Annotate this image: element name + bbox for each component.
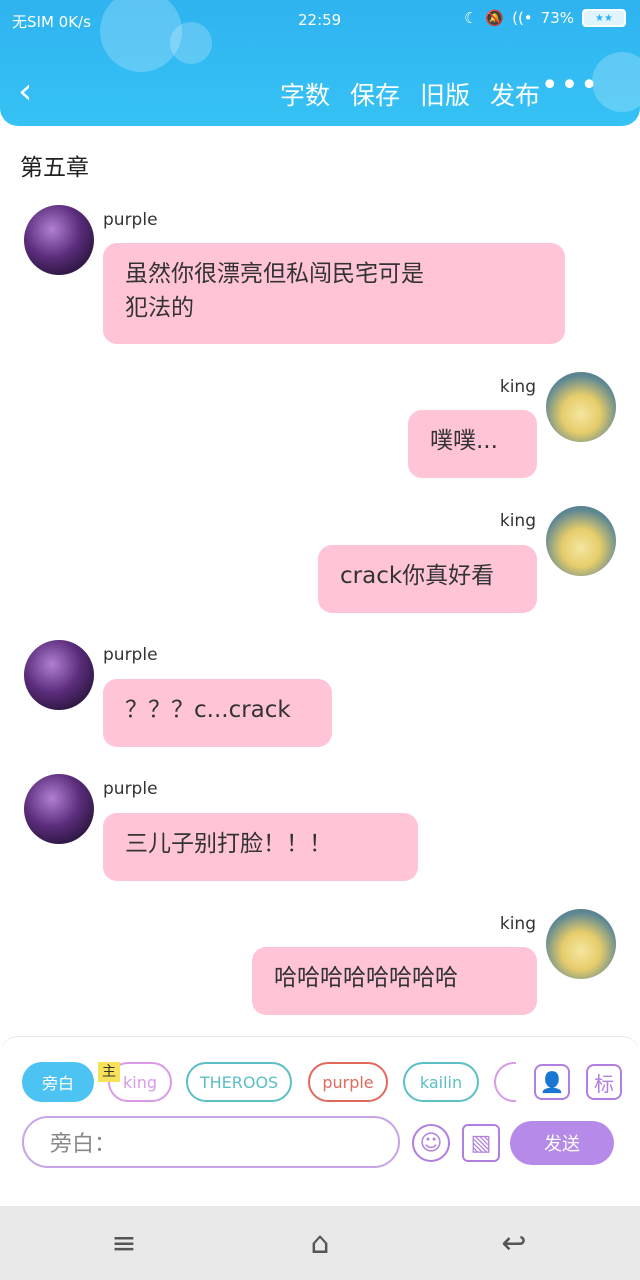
avatar-purple[interactable] [24, 205, 94, 275]
message-text-line: ？？？c...crack [125, 697, 291, 723]
image-icon[interactable]: ▧ [462, 1124, 500, 1162]
message-text-line: 三儿子别打脸！！！ [125, 831, 332, 857]
contact-card-icon[interactable]: 👤 [534, 1064, 570, 1100]
message-bubble[interactable]: ？？？c...crack [103, 679, 332, 747]
role-chip-theroos[interactable]: THEROOS [186, 1062, 292, 1102]
avatar-king[interactable] [546, 372, 616, 442]
username: king [499, 377, 536, 397]
status-bar: 无SIM 0K/s 22:59 ☾ 🔕 ((• 73% ★★ [0, 0, 640, 40]
input-placeholder: 旁白： [50, 1132, 117, 1157]
avatar-king[interactable] [546, 909, 616, 979]
battery-icon: ★★ [582, 9, 626, 27]
clock: 22:59 [298, 11, 342, 29]
chapter-title: 第五章 [20, 155, 89, 181]
moon-icon: ☾ [463, 9, 478, 27]
role-chip-kailin[interactable]: kailin [403, 1062, 479, 1102]
more-icon[interactable]: ••• [541, 68, 600, 103]
status-icons: ☾ 🔕 ((• 73% ★★ [464, 9, 626, 27]
avatar-purple[interactable] [24, 774, 94, 844]
battery-percent: 73% [540, 9, 574, 27]
message-bubble[interactable]: 虽然你很漂亮但私闯民宅可是 犯法的 [103, 243, 565, 344]
avatar-king[interactable] [546, 506, 616, 576]
nav-row: ‹ 字数 保存 旧版 发布 ••• [0, 68, 640, 118]
message-text-line: 犯法的 [125, 295, 194, 321]
username: purple [103, 779, 158, 799]
wifi-icon: ((• [512, 9, 533, 27]
role-chip-narrator[interactable]: 旁白 [22, 1062, 94, 1102]
message-bubble[interactable]: 噗噗... [408, 410, 537, 478]
save-button[interactable]: 保存 [350, 76, 400, 112]
username: king [499, 914, 536, 934]
message-bubble[interactable]: 哈哈哈哈哈哈哈哈 [252, 947, 537, 1015]
main-role-badge: 主 [98, 1062, 120, 1082]
top-header: 无SIM 0K/s 22:59 ☾ 🔕 ((• 73% ★★ ‹ 字数 保存 旧… [0, 0, 640, 126]
message-text-line: 虽然你很漂亮但私闯民宅可是 [125, 261, 424, 287]
message-bubble[interactable]: crack你真好看 [318, 545, 537, 613]
message-text-line: crack你真好看 [340, 563, 495, 589]
message-text-line: 哈哈哈哈哈哈哈哈 [274, 965, 458, 991]
username: king [499, 511, 536, 531]
old-version-button[interactable]: 旧版 [420, 76, 470, 112]
word-count-button[interactable]: 字数 [280, 76, 330, 112]
back-chevron-icon[interactable]: ‹ [18, 72, 54, 112]
carrier-status: 无SIM 0K/s [12, 13, 91, 31]
nav-actions: 字数 保存 旧版 发布 [280, 76, 540, 112]
role-chip-purple[interactable]: purple [308, 1062, 388, 1102]
publish-button[interactable]: 发布 [490, 76, 540, 112]
tag-icon[interactable]: 标 [586, 1064, 622, 1100]
emoji-icon[interactable]: ☺ [412, 1124, 450, 1162]
message-input[interactable]: 旁白： [22, 1116, 400, 1168]
menu-icon[interactable]: ≡ [104, 1224, 144, 1264]
username: purple [103, 645, 158, 665]
message-bubble[interactable]: 三儿子别打脸！！！ [103, 813, 418, 881]
back-icon[interactable]: ↩ [494, 1224, 534, 1264]
system-nav-bar: ≡ ⌂ ↩ [0, 1206, 640, 1280]
mute-bell-icon: 🔕 [485, 9, 505, 27]
send-button[interactable]: 发送 [510, 1121, 614, 1165]
home-icon[interactable]: ⌂ [300, 1224, 340, 1264]
username: purple [103, 210, 158, 230]
avatar-purple[interactable] [24, 640, 94, 710]
message-text-line: 噗噗... [430, 428, 498, 454]
